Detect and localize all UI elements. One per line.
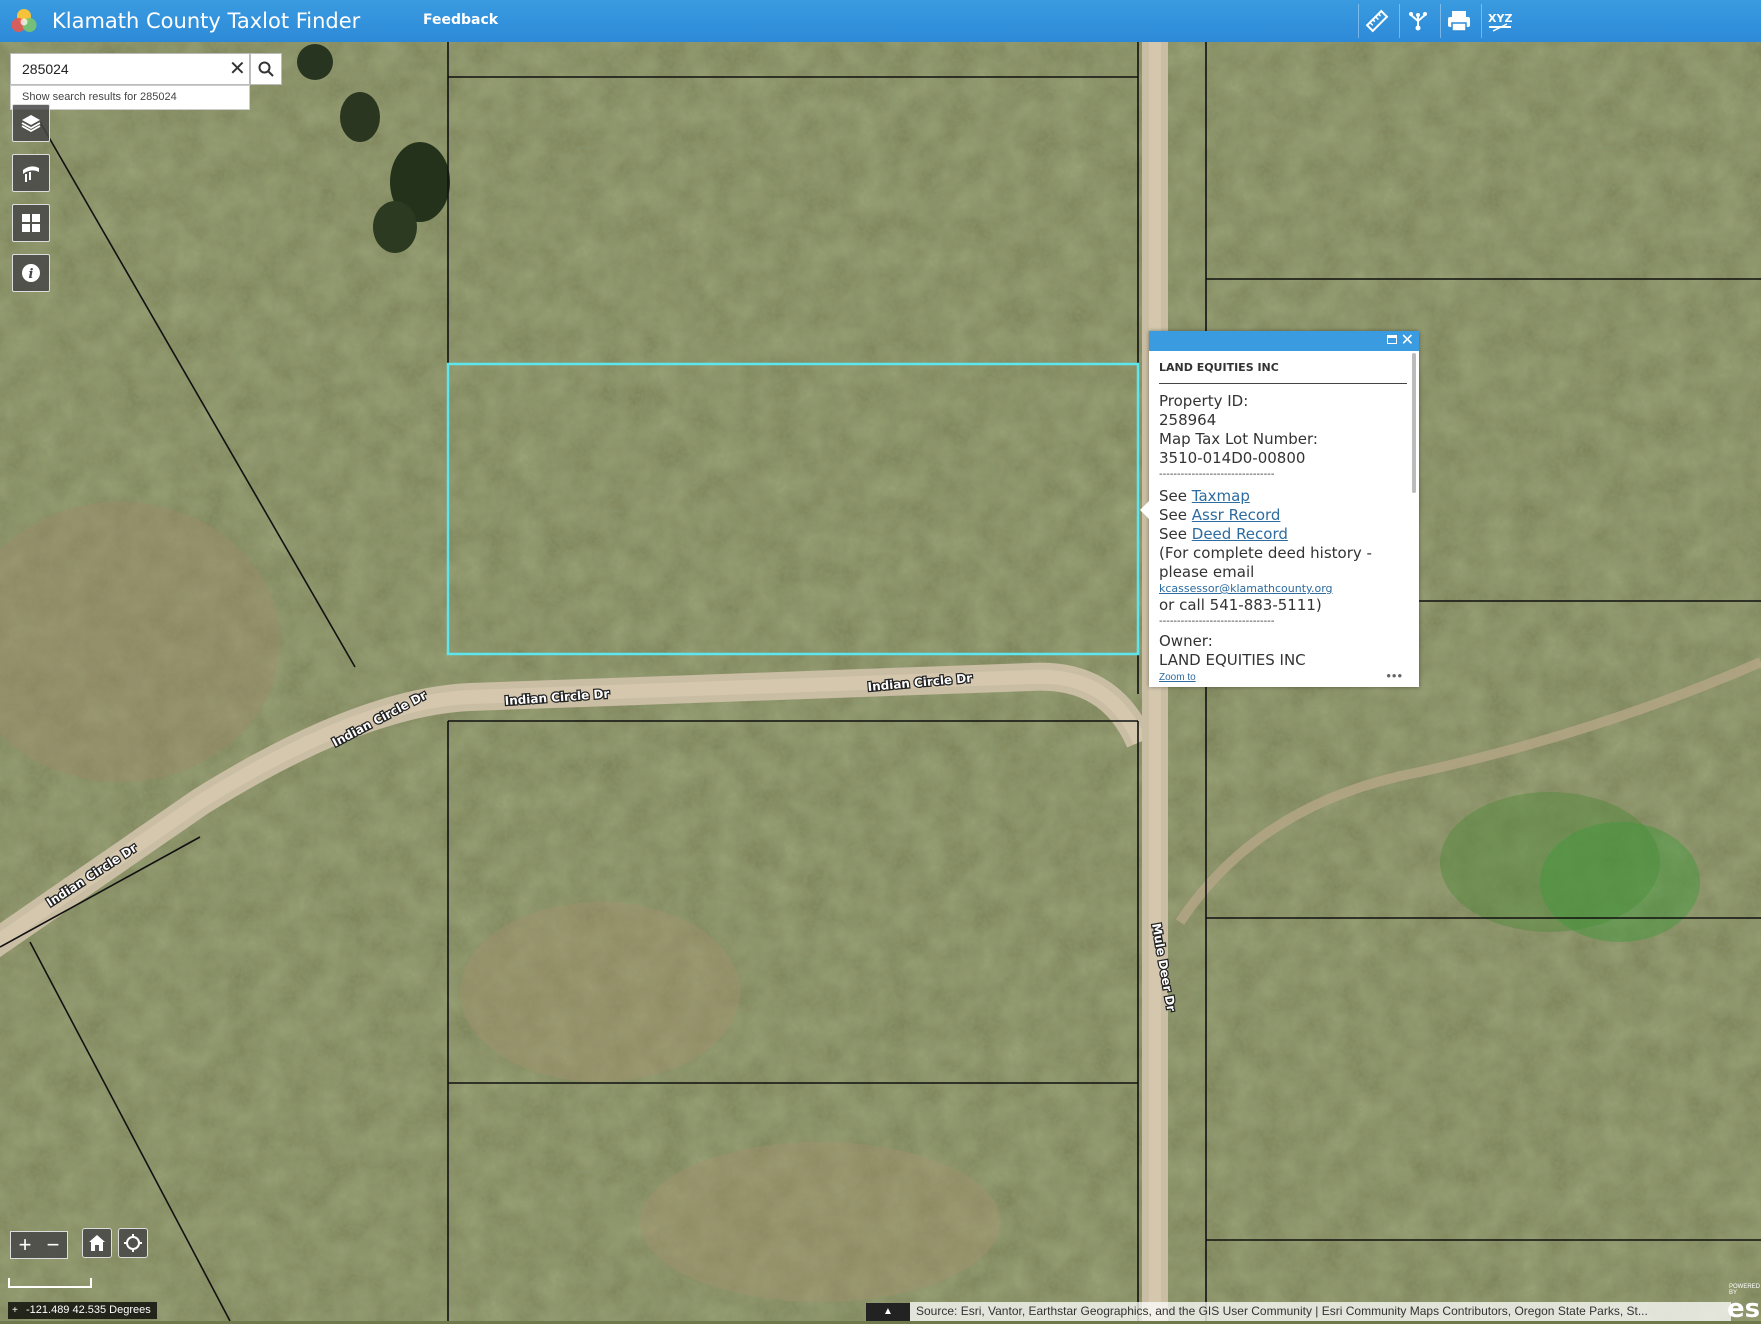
xyz-icon[interactable]: XYZ	[1481, 4, 1518, 38]
see-label: See	[1159, 506, 1187, 524]
layers-icon	[21, 115, 41, 133]
deed-record-link[interactable]: Deed Record	[1192, 525, 1288, 543]
clear-search-icon[interactable]: ✕	[229, 58, 247, 80]
svg-text:i: i	[29, 267, 34, 282]
divider: --------------------------------	[1159, 616, 1275, 627]
attribution-text: Source: Esri, Vantor, Earthstar Geograph…	[910, 1302, 1731, 1321]
taxmap-link[interactable]: Taxmap	[1192, 487, 1250, 505]
map-tax-lot-value: 3510-014D0-00800	[1159, 449, 1306, 467]
feedback-link[interactable]: Feedback	[423, 12, 498, 28]
info-button[interactable]: i	[12, 254, 50, 292]
zoom-out-button[interactable]: −	[39, 1232, 67, 1258]
basemap-icon	[23, 166, 39, 182]
search-button[interactable]	[250, 53, 282, 85]
measure-icon[interactable]	[1358, 4, 1395, 38]
attribution-toggle[interactable]: ▲	[866, 1303, 910, 1321]
call-note: or call 541-883-5111)	[1159, 596, 1322, 614]
taxmap-line: See Taxmap	[1159, 487, 1407, 506]
locate-icon	[124, 1234, 142, 1252]
maximize-icon[interactable]	[1387, 335, 1397, 344]
locate-button[interactable]	[118, 1228, 148, 1258]
property-id-value: 258964	[1159, 411, 1217, 429]
basemap-button[interactable]	[12, 154, 50, 192]
search-icon	[258, 61, 274, 77]
share-icon[interactable]	[1399, 4, 1436, 38]
esri-logo: POWERED BY esri	[1727, 1282, 1761, 1324]
assr-line: See Assr Record	[1159, 506, 1407, 525]
parcel-popup: ✕ LAND EQUITIES INC Property ID: 258964 …	[1140, 331, 1419, 687]
crosshair-icon: +	[12, 1305, 18, 1316]
app-title: Klamath County Taxlot Finder	[52, 9, 361, 33]
property-id-label: Property ID:	[1159, 392, 1249, 410]
app-logo-icon	[11, 9, 37, 32]
owner-label: Owner:	[1159, 632, 1213, 650]
see-label: See	[1159, 487, 1187, 505]
info-icon: i	[22, 264, 40, 282]
search-input[interactable]	[11, 54, 222, 84]
deed-line: See Deed Record	[1159, 525, 1407, 544]
home-icon	[89, 1235, 105, 1251]
map-tax-lot-label: Map Tax Lot Number:	[1159, 430, 1318, 448]
popup-pointer	[1140, 501, 1149, 519]
popup-content: LAND EQUITIES INC Property ID: 258964 Ma…	[1149, 351, 1419, 670]
email-link[interactable]: kcassessor@klamathcounty.org	[1159, 582, 1333, 595]
close-icon[interactable]: ✕	[1401, 331, 1414, 351]
zoom-controls: + −	[10, 1231, 68, 1259]
grid-icon	[22, 214, 40, 232]
more-actions-icon[interactable]: •••	[1386, 668, 1403, 683]
search-widget: ✕	[10, 53, 250, 85]
scale-bar	[8, 1278, 92, 1288]
assr-record-link[interactable]: Assr Record	[1192, 506, 1281, 524]
zoom-in-button[interactable]: +	[11, 1232, 39, 1258]
deed-history-note: (For complete deed history - please emai…	[1159, 544, 1372, 581]
popup-title: LAND EQUITIES INC	[1159, 358, 1407, 384]
see-label: See	[1159, 525, 1187, 543]
widget-grid-button[interactable]	[12, 204, 50, 242]
coordinate-text: -121.489 42.535 Degrees	[26, 1304, 151, 1316]
aerial-imagery: Indian Circle Dr Indian Circle Dr Indian…	[0, 42, 1761, 1321]
divider: --------------------------------	[1159, 469, 1275, 480]
owner-value: LAND EQUITIES INC	[1159, 651, 1306, 669]
home-button[interactable]	[82, 1228, 112, 1258]
print-icon[interactable]	[1440, 4, 1477, 38]
layers-button[interactable]	[12, 104, 50, 142]
popup-header: ✕	[1149, 331, 1419, 351]
app-header: Klamath County Taxlot Finder Feedback XY…	[0, 0, 1761, 42]
popup-scrollbar[interactable]	[1412, 353, 1416, 493]
zoom-to-link[interactable]: Zoom to	[1159, 672, 1196, 683]
coordinate-readout: + -121.489 42.535 Degrees	[8, 1302, 157, 1319]
map-view[interactable]: Indian Circle Dr Indian Circle Dr Indian…	[0, 42, 1761, 1321]
xyz-label: XYZ	[1488, 12, 1512, 25]
esri-wordmark: esri	[1727, 1294, 1761, 1324]
